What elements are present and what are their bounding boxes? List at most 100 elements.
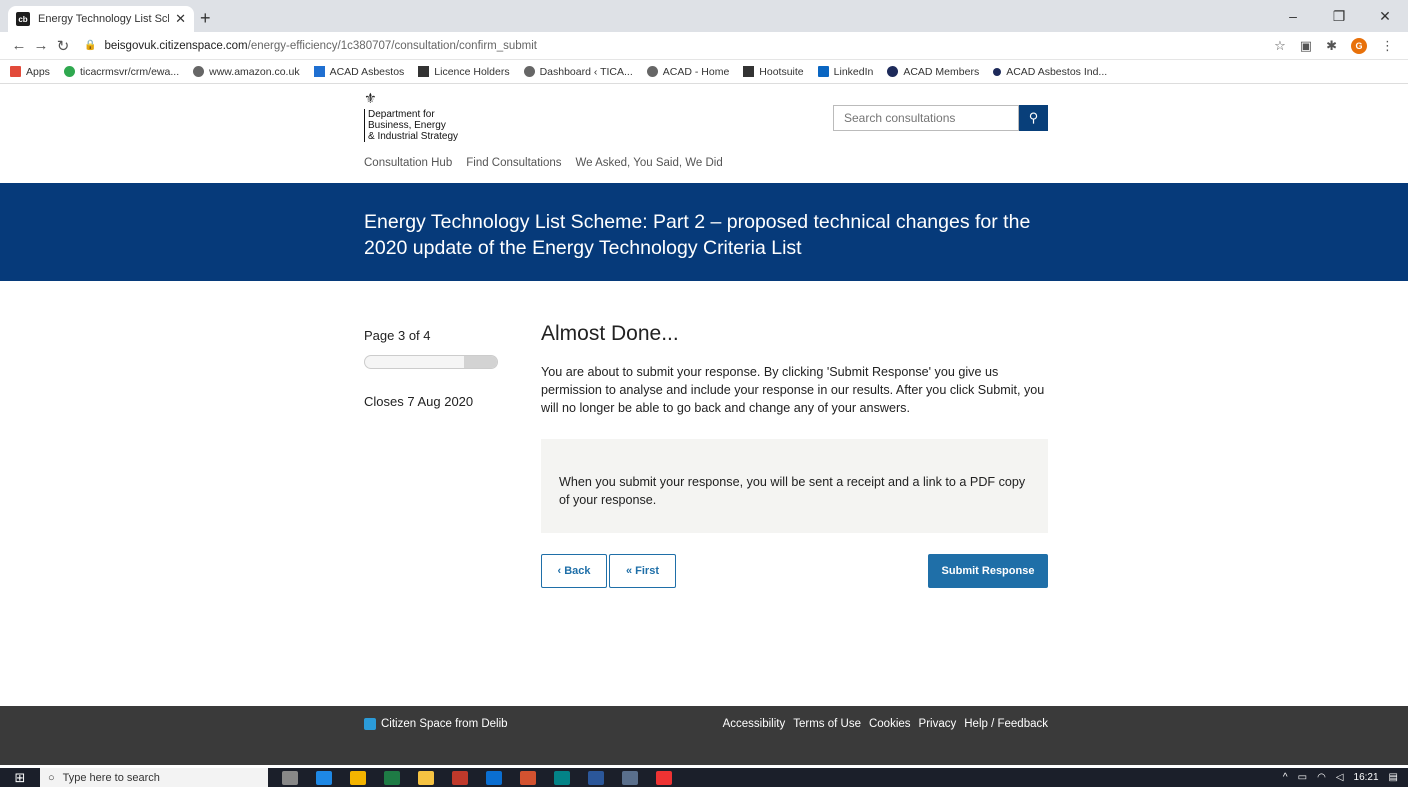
window-controls: – ❐ ✕ bbox=[1270, 0, 1408, 32]
site-nav: Consultation Hub Find Consultations We A… bbox=[364, 157, 723, 169]
browser-tabbar: cb Energy Technology List Scheme: ✕ + – … bbox=[0, 0, 1408, 32]
progress-bar bbox=[364, 355, 498, 369]
close-window-icon[interactable]: ✕ bbox=[1362, 0, 1408, 32]
tab-title: Energy Technology List Scheme: bbox=[38, 13, 169, 25]
bookmark-item[interactable]: ACAD Asbestos Ind... bbox=[993, 66, 1107, 78]
footer-link-accessibility[interactable]: Accessibility bbox=[723, 718, 786, 730]
footer-link-terms[interactable]: Terms of Use bbox=[793, 718, 861, 730]
new-tab-icon[interactable]: + bbox=[200, 8, 211, 29]
powerpoint-icon[interactable] bbox=[520, 770, 536, 785]
apps-grid-icon bbox=[10, 66, 21, 77]
globe-icon bbox=[646, 66, 658, 77]
bookmark-item[interactable]: Hootsuite bbox=[743, 66, 804, 78]
clock[interactable]: 16:21 bbox=[1354, 772, 1379, 783]
licence-icon bbox=[418, 66, 430, 77]
submit-response-button[interactable]: Submit Response bbox=[928, 554, 1048, 588]
back-button[interactable]: ‹ Back bbox=[541, 554, 607, 588]
hootsuite-icon bbox=[743, 66, 755, 77]
wifi-icon[interactable]: ◠ bbox=[1317, 772, 1326, 783]
url-path: /energy-efficiency/1c380707/consultation… bbox=[247, 39, 538, 52]
nav-consultation-hub[interactable]: Consultation Hub bbox=[364, 157, 452, 169]
search-icon: ⚲ bbox=[1028, 110, 1039, 125]
bookmark-item[interactable]: Dashboard ‹ TICA... bbox=[523, 66, 633, 78]
nav-find-consultations[interactable]: Find Consultations bbox=[466, 157, 561, 169]
address-bar-row: ← → ↻ 🔒 beisgovuk.citizenspace.com/energ… bbox=[0, 32, 1408, 60]
site-footer: Citizen Space from Delib Accessibility T… bbox=[0, 706, 1408, 765]
taskbar-search[interactable]: ○ Type here to search bbox=[40, 768, 268, 787]
forward-arrow-icon[interactable]: → bbox=[30, 37, 52, 54]
star-icon[interactable]: ☆ bbox=[1274, 38, 1286, 54]
closing-date: Closes 7 Aug 2020 bbox=[364, 394, 474, 409]
acrobat-icon[interactable] bbox=[656, 770, 672, 785]
menu-dots-icon[interactable]: ⋮ bbox=[1381, 38, 1394, 54]
chrome-icon[interactable] bbox=[350, 770, 366, 785]
word-icon[interactable] bbox=[588, 770, 604, 785]
url-field[interactable]: 🔒 beisgovuk.citizenspace.com/energy-effi… bbox=[84, 35, 1274, 57]
puzzle-icon[interactable]: ✱ bbox=[1326, 38, 1337, 54]
first-button[interactable]: « First bbox=[609, 554, 676, 588]
confirm-intro: You are about to submit your response. B… bbox=[541, 365, 1045, 415]
system-tray: ^ ▭ ◠ ◁ 16:21 ▤ bbox=[1283, 768, 1398, 787]
crm-icon bbox=[63, 66, 75, 77]
tray-chevron-icon[interactable]: ^ bbox=[1283, 772, 1288, 783]
site-header: ⚜ Department for Business, Energy & Indu… bbox=[364, 90, 1048, 142]
bookmark-item[interactable]: www.amazon.co.uk bbox=[193, 66, 300, 78]
lock-icon: 🔒 bbox=[84, 40, 97, 51]
progress-bar-fill bbox=[464, 356, 497, 368]
page-content: ⚜ Department for Business, Energy & Indu… bbox=[0, 84, 1408, 765]
volume-icon[interactable]: ◁ bbox=[1336, 772, 1344, 783]
publisher-icon[interactable] bbox=[554, 770, 570, 785]
footer-link-privacy[interactable]: Privacy bbox=[919, 718, 957, 730]
reload-icon[interactable]: ↻ bbox=[52, 37, 74, 55]
outlook-icon[interactable] bbox=[486, 770, 502, 785]
nav-we-asked[interactable]: We Asked, You Said, We Did bbox=[575, 157, 722, 169]
delib-logo-icon bbox=[364, 718, 376, 730]
confirm-panel: Almost Done... You are about to submit y… bbox=[541, 322, 1048, 588]
bookmark-item[interactable]: Licence Holders bbox=[418, 66, 510, 78]
progress-sidebar: Page 3 of 4 Closes 7 Aug 2020 bbox=[364, 328, 504, 409]
bookmark-item[interactable]: LinkedIn bbox=[817, 66, 873, 78]
form-buttons: ‹ Back « First Submit Response bbox=[541, 554, 1048, 588]
linkedin-icon bbox=[817, 66, 829, 77]
edge-icon[interactable] bbox=[316, 770, 332, 785]
bookmark-item[interactable]: ACAD - Home bbox=[646, 66, 729, 78]
windows-start-icon[interactable]: ⊞ bbox=[0, 770, 40, 786]
bookmark-item[interactable]: ACAD Asbestos bbox=[313, 66, 404, 78]
footer-link-cookies[interactable]: Cookies bbox=[869, 718, 911, 730]
footer-links: Accessibility Terms of Use Cookies Priva… bbox=[723, 718, 1048, 730]
visio-icon[interactable] bbox=[622, 770, 638, 785]
footer-link-help[interactable]: Help / Feedback bbox=[964, 718, 1048, 730]
url-host: beisgovuk.citizenspace.com bbox=[104, 39, 248, 52]
notifications-icon[interactable]: ▤ bbox=[1389, 772, 1398, 783]
browser-tab[interactable]: cb Energy Technology List Scheme: ✕ bbox=[8, 6, 194, 32]
bookmark-item[interactable]: ACAD Members bbox=[887, 66, 979, 78]
page-indicator: Page 3 of 4 bbox=[364, 328, 431, 343]
bookmark-item[interactable]: Apps bbox=[10, 66, 50, 78]
restore-icon[interactable]: ❐ bbox=[1316, 0, 1362, 32]
globe-icon bbox=[193, 66, 205, 77]
task-view-icon[interactable] bbox=[282, 770, 298, 785]
search-input[interactable] bbox=[833, 105, 1019, 131]
windows-taskbar: ⊞ ○ Type here to search ^ ▭ ◠ ◁ 16:21 ▤ bbox=[0, 768, 1408, 787]
excel-icon[interactable] bbox=[384, 770, 400, 785]
taskbar-apps bbox=[282, 770, 672, 785]
close-tab-icon[interactable]: ✕ bbox=[175, 11, 186, 27]
acad-dot-icon bbox=[993, 67, 1002, 76]
acad-icon bbox=[313, 66, 325, 77]
footer-brand[interactable]: Citizen Space from Delib bbox=[364, 718, 508, 730]
minimize-icon[interactable]: – bbox=[1270, 0, 1316, 32]
search-button[interactable]: ⚲ bbox=[1019, 105, 1048, 131]
back-arrow-icon[interactable]: ← bbox=[8, 37, 30, 54]
extension-icon[interactable]: ▣ bbox=[1300, 38, 1312, 54]
network-icon[interactable]: ▭ bbox=[1298, 772, 1307, 783]
site-favicon-icon: cb bbox=[16, 12, 30, 26]
bookmark-item[interactable]: ticacrmsvr/crm/ewa... bbox=[63, 66, 179, 78]
title-banner: Energy Technology List Scheme: Part 2 – … bbox=[0, 183, 1408, 281]
profile-avatar[interactable]: G bbox=[1351, 37, 1367, 54]
file-explorer-icon[interactable] bbox=[418, 770, 434, 785]
globe-icon bbox=[523, 66, 535, 77]
bookmarks-bar: Apps ticacrmsvr/crm/ewa... www.amazon.co… bbox=[0, 60, 1408, 84]
search-form: ⚲ bbox=[833, 105, 1048, 131]
access-icon[interactable] bbox=[452, 770, 468, 785]
confirm-heading: Almost Done... bbox=[541, 322, 679, 345]
